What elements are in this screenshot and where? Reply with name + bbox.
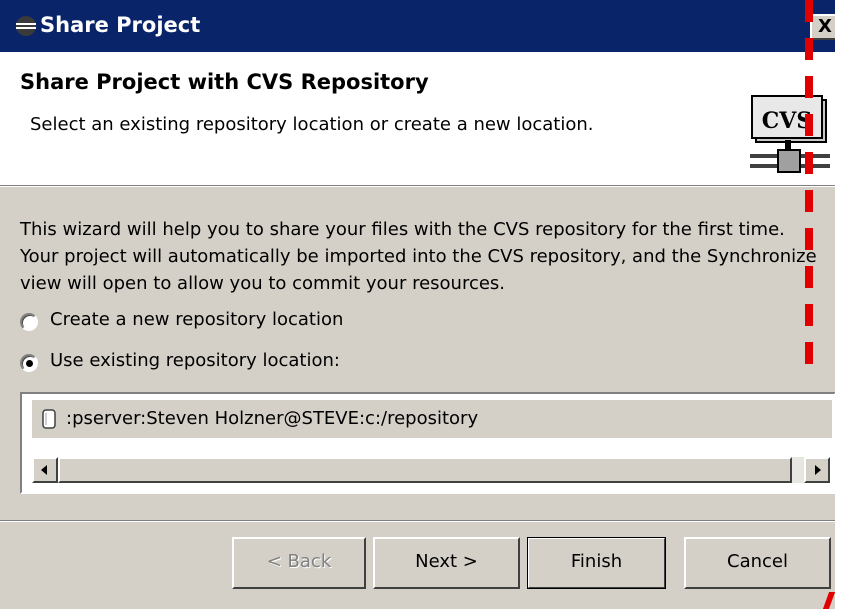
window-title: Share Project [40, 13, 201, 37]
next-button[interactable]: Next > [373, 537, 520, 589]
horizontal-scrollbar[interactable] [32, 457, 830, 483]
footer-separator [0, 520, 835, 522]
header-separator [0, 185, 835, 187]
repository-list[interactable]: :pserver:Steven Holzner@STEVE:c:/reposit… [20, 392, 835, 494]
scroll-right-button[interactable] [804, 457, 830, 483]
repository-location-text: :pserver:Steven Holzner@STEVE:c:/reposit… [66, 408, 479, 429]
cancel-button[interactable]: Cancel [684, 537, 831, 589]
eclipse-icon [16, 16, 36, 36]
back-button[interactable]: < Back [232, 537, 366, 589]
close-button[interactable]: X [810, 14, 835, 40]
cvs-logo-icon: CVS [750, 95, 830, 173]
page-title: Share Project with CVS Repository [20, 70, 429, 94]
wizard-intro-text: This wizard will help you to share your … [20, 219, 817, 294]
list-item[interactable]: :pserver:Steven Holzner@STEVE:c:/reposit… [32, 400, 832, 438]
arrow-left-icon [41, 465, 47, 475]
arrow-right-icon [815, 465, 821, 475]
annotation-dashed-line [805, 0, 813, 370]
finish-button[interactable]: Finish [527, 537, 666, 589]
annotation-dashed-line-end [822, 592, 835, 609]
repository-icon [42, 409, 56, 429]
scrollbar-thumb[interactable] [58, 457, 792, 483]
radio-selected-dot [26, 360, 33, 367]
use-existing-location-radio[interactable] [20, 354, 38, 372]
wizard-header: Share Project with CVS Repository Select… [0, 52, 835, 185]
scroll-left-button[interactable] [32, 457, 58, 483]
create-location-radio[interactable] [20, 313, 38, 331]
create-location-label: Create a new repository location [50, 309, 344, 330]
share-project-dialog: Share Project X Share Project with CVS R… [0, 0, 835, 609]
use-existing-location-label: Use existing repository location: [50, 350, 340, 371]
title-bar: Share Project X [0, 0, 835, 52]
page-description: Select an existing repository location o… [30, 114, 594, 135]
